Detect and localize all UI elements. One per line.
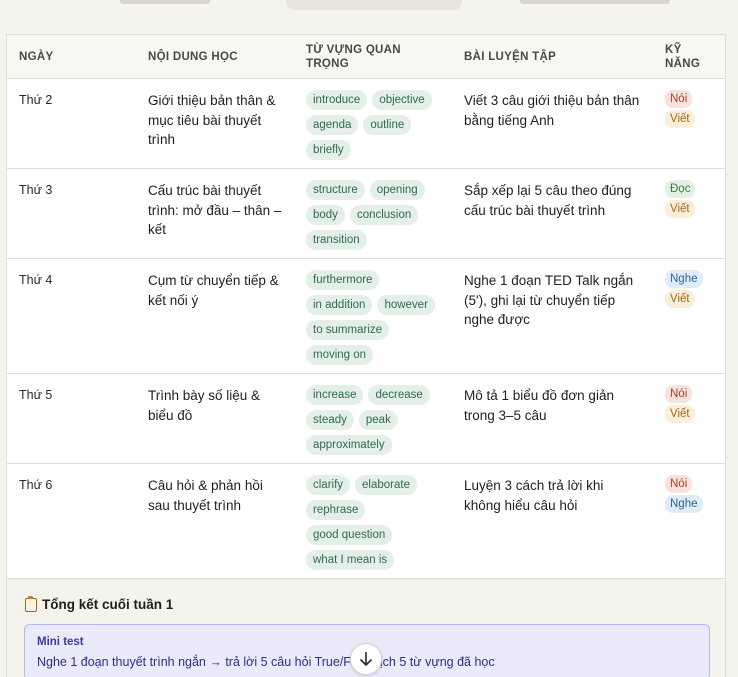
header-vocab: TỪ VỰNG QUAN TRỌNG	[306, 43, 401, 70]
mini-test-label: Mini test	[37, 636, 84, 648]
skill-list: Đọc Viết	[665, 180, 725, 218]
skill-badge: Nói	[665, 90, 693, 108]
ghost-text	[520, 0, 670, 4]
skill-list: Nói Viết	[665, 90, 725, 128]
previous-content-strip	[0, 0, 738, 34]
table-row: Thứ 3 Cấu trúc bài thuyết trình: mở đầu –…	[7, 169, 725, 259]
cell-day: Thứ 6	[19, 478, 53, 492]
cell-content: Cụm từ chuyển tiếp & kết nối ý	[148, 273, 279, 308]
vocab-chip: introduce	[306, 90, 368, 110]
cell-practice: Viết 3 câu giới thiệu bản thân bằng tiến…	[464, 93, 640, 128]
vocab-list: clarify elaborate rephrase good question wha…	[306, 475, 452, 570]
table-header: NGÀY NỘI DUNG HỌC TỪ VỰNG QUAN TRỌNG BÀI…	[7, 35, 725, 79]
cell-practice: Nghe 1 đoạn TED Talk ngắn (5'), ghi lại …	[464, 273, 634, 327]
vocab-chip: in addition	[306, 295, 373, 315]
header-skill: KỸ NĂNG	[665, 43, 701, 70]
summary-title: Tổng kết cuối tuần 1	[25, 595, 174, 612]
vocab-list: increase decrease steady peak approximately	[306, 385, 452, 455]
mini-test-text: Nghe 1 đoạn thuyết trình ngắn → trả lời …	[37, 655, 495, 669]
vocab-list: structure opening body conclusion transition	[306, 180, 452, 250]
skill-badge: Nghe	[665, 270, 703, 288]
vocab-chip: steady	[306, 410, 354, 430]
vocab-chip: decrease	[368, 385, 430, 405]
cell-skill: Nói Viết	[653, 90, 725, 128]
vocab-chip: furthermore	[306, 270, 380, 290]
scroll-down-button[interactable]	[350, 643, 382, 675]
table-row: Thứ 2 Giới thiệu bản thân & mục tiêu bài …	[7, 79, 725, 169]
skill-list: Nghe Viết	[665, 270, 725, 308]
skill-badge: Nghe	[665, 495, 703, 513]
summary-title-text: Tổng kết cuối tuần 1	[42, 597, 174, 612]
cell-vocab: structure opening body conclusion transition	[294, 180, 452, 250]
vocab-chip: body	[306, 205, 345, 225]
cell-day: Thứ 2	[19, 93, 53, 107]
vocab-chip: what I mean is	[306, 550, 395, 570]
cell-vocab: increase decrease steady peak approximately	[294, 385, 452, 455]
header-practice: BÀI LUYỆN TẬP	[464, 50, 557, 63]
cell-content: Giới thiệu bản thân & mục tiêu bài thuyế…	[148, 93, 276, 147]
cell-day: Thứ 5	[19, 388, 53, 402]
header-day: NGÀY	[19, 50, 54, 63]
ghost-pill	[286, 0, 462, 10]
vocab-chip: agenda	[306, 115, 359, 135]
skill-list: Nói Viết	[665, 385, 725, 423]
skill-list: Nói Nghe	[665, 475, 725, 513]
vocab-chip: objective	[372, 90, 432, 110]
vocab-chip: to summarize	[306, 320, 390, 340]
skill-badge: Nói	[665, 385, 693, 403]
weekly-plan-table: NGÀY NỘI DUNG HỌC TỪ VỰNG QUAN TRỌNG BÀI…	[6, 34, 726, 579]
skill-badge: Viết	[665, 405, 695, 423]
cell-practice: Mô tả 1 biểu đồ đơn giản trong 3–5 câu	[464, 388, 614, 423]
table-body: Thứ 2 Giới thiệu bản thân & mục tiêu bài …	[7, 79, 725, 578]
cell-skill: Đọc Viết	[653, 180, 725, 218]
arrow-down-icon	[359, 652, 373, 667]
mini-test-text-after: ịch 5 từ vựng đã học	[379, 655, 495, 669]
table-row: Thứ 4 Cụm từ chuyển tiếp & kết nối ý furth…	[7, 259, 725, 374]
vocab-chip: opening	[369, 180, 425, 200]
vocab-list: furthermore in addition however to summariz…	[306, 270, 452, 365]
clipboard-icon	[25, 595, 37, 612]
vocab-chip: elaborate	[355, 475, 417, 495]
skill-badge: Viết	[665, 290, 695, 308]
vocab-chip: clarify	[306, 475, 351, 495]
vocab-chip: increase	[306, 385, 364, 405]
vocab-chip: rephrase	[306, 500, 366, 520]
skill-badge: Viết	[665, 110, 695, 128]
vocab-chip: outline	[363, 115, 412, 135]
vocab-chip: good question	[306, 525, 393, 545]
cell-content: Cấu trúc bài thuyết trình: mở đầu – thân…	[148, 183, 282, 237]
cell-vocab: introduce objective agenda outline briefly	[294, 90, 452, 160]
skill-badge: Viết	[665, 200, 695, 218]
cell-skill: Nghe Viết	[653, 270, 725, 308]
cell-content: Câu hỏi & phản hồi sau thuyết trình	[148, 478, 263, 513]
cell-practice: Luyện 3 cách trả lời khi không hiểu câu …	[464, 478, 604, 513]
vocab-chip: structure	[306, 180, 365, 200]
ghost-text	[120, 0, 210, 4]
skill-badge: Nói	[665, 475, 693, 493]
cell-skill: Nói Viết	[653, 385, 725, 423]
cell-content: Trình bày số liệu & biểu đồ	[148, 388, 261, 423]
table-row: Thứ 6 Câu hỏi & phản hồi sau thuyết trình…	[7, 464, 725, 578]
vocab-list: introduce objective agenda outline briefly	[306, 90, 452, 160]
header-content: NỘI DUNG HỌC	[148, 50, 238, 63]
vocab-chip: moving on	[306, 345, 374, 365]
vocab-chip: approximately	[306, 435, 392, 455]
cell-vocab: clarify elaborate rephrase good question wha…	[294, 475, 452, 570]
cell-vocab: furthermore in addition however to summariz…	[294, 270, 452, 365]
cell-skill: Nói Nghe	[653, 475, 725, 513]
table-row: Thứ 5 Trình bày số liệu & biểu đồ increase…	[7, 374, 725, 464]
cell-day: Thứ 4	[19, 273, 53, 287]
vocab-chip: peak	[358, 410, 398, 430]
mini-test-text-before: Nghe 1 đoạn thuyết trình ngắn → trả lời …	[37, 655, 358, 669]
vocab-chip: briefly	[306, 140, 351, 160]
skill-badge: Đọc	[665, 180, 696, 198]
vocab-chip: transition	[306, 230, 367, 250]
vocab-chip: conclusion	[349, 205, 419, 225]
cell-day: Thứ 3	[19, 183, 53, 197]
cell-practice: Sắp xếp lại 5 câu theo đúng cấu trúc bài…	[464, 183, 632, 218]
vocab-chip: however	[377, 295, 435, 315]
